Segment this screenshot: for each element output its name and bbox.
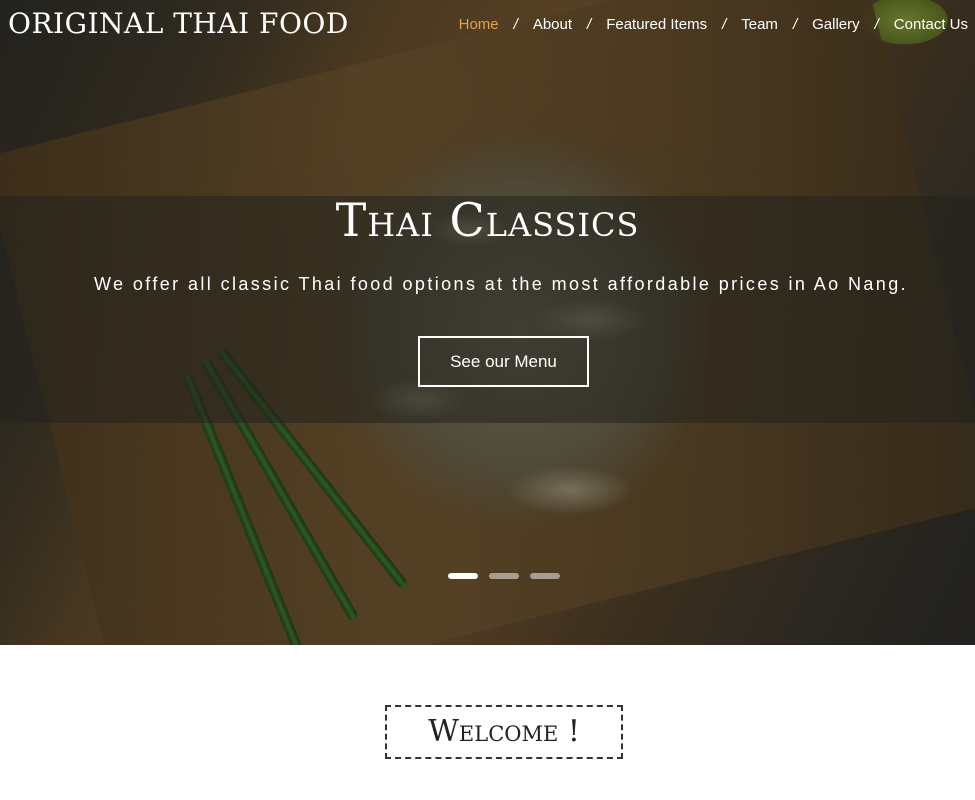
nav-separator: /	[513, 16, 518, 33]
slide-title: Thai Classics	[335, 193, 640, 247]
nav-separator: /	[792, 16, 798, 33]
main-nav: Home / About / Featured Items / Team / G…	[459, 15, 968, 35]
carousel-indicators	[448, 573, 560, 579]
carousel-indicator-2[interactable]	[489, 573, 519, 579]
carousel-indicator-3[interactable]	[530, 573, 560, 579]
nav-separator: /	[874, 16, 879, 33]
welcome-heading: Welcome !	[385, 705, 623, 759]
nav-contact-us[interactable]: Contact Us	[894, 15, 968, 35]
nav-gallery[interactable]: Gallery	[812, 15, 860, 35]
carousel-indicator-1[interactable]	[448, 573, 478, 579]
see-menu-button[interactable]: See our Menu	[418, 336, 589, 387]
nav-about[interactable]: About	[533, 15, 572, 35]
brand-logo[interactable]: ORIGINAL THAI FOOD	[8, 8, 349, 40]
slide-text: We offer all classic Thai food options a…	[93, 274, 909, 294]
nav-separator: /	[722, 16, 727, 33]
nav-team[interactable]: Team	[741, 15, 778, 35]
navbar: ORIGINAL THAI FOOD Home / About / Featur…	[0, 0, 975, 50]
nav-home[interactable]: Home	[459, 15, 499, 35]
nav-separator: /	[587, 16, 592, 33]
nav-featured-items[interactable]: Featured Items	[606, 15, 707, 35]
hero-carousel: Thai Classics We offer all classic Thai …	[0, 0, 975, 645]
